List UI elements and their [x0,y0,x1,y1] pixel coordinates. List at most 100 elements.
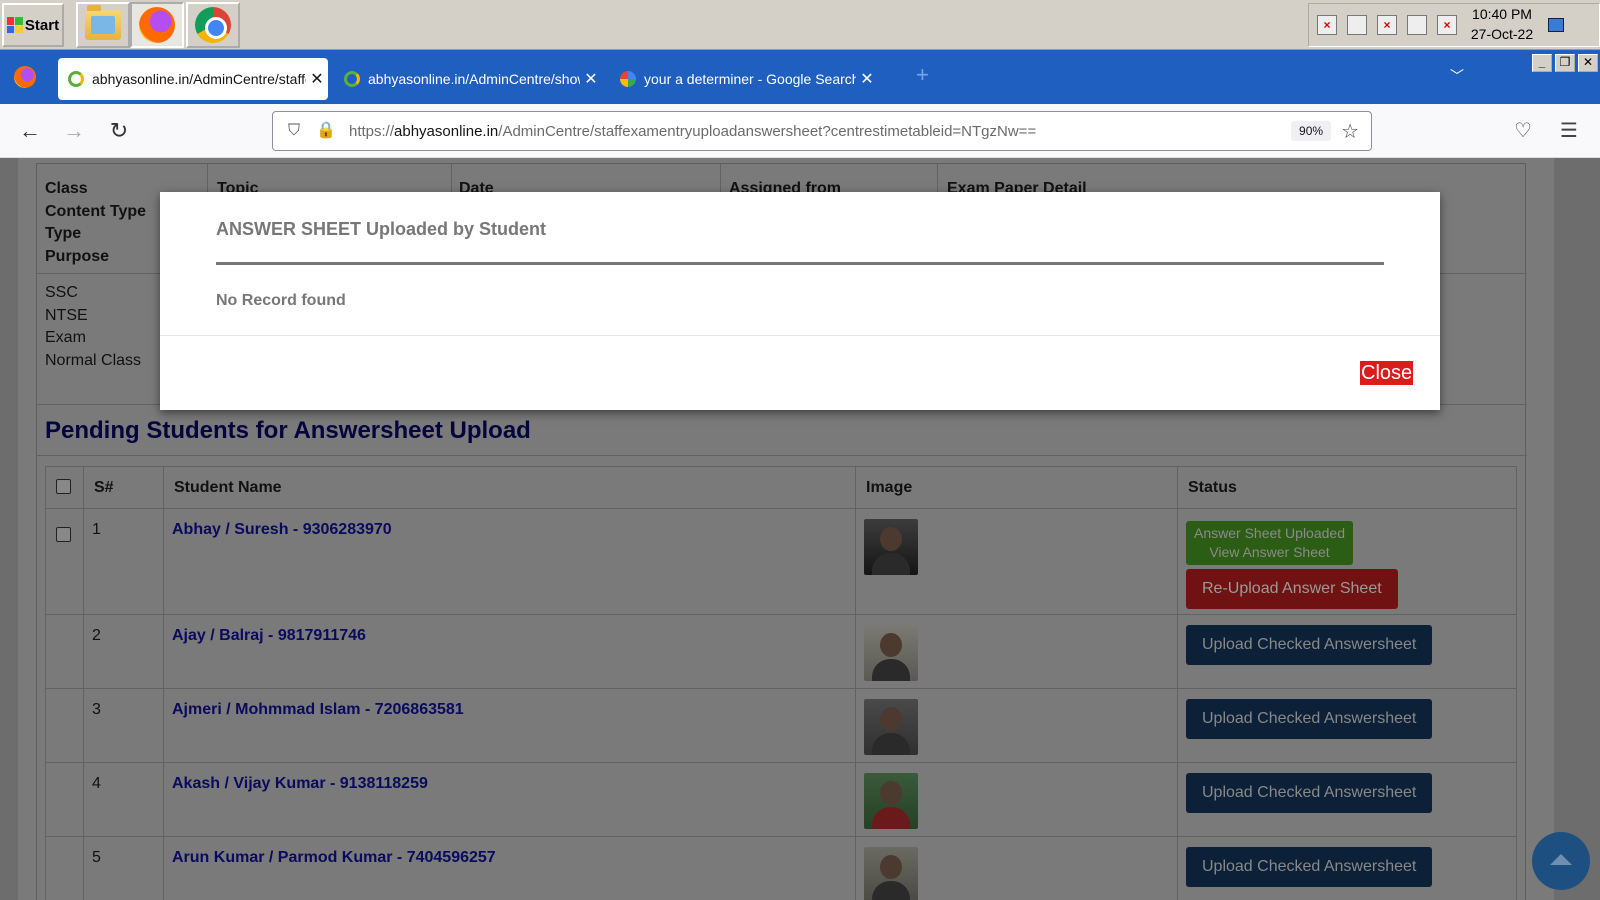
label-type: Type [45,225,82,242]
row-status-cell: Upload Checked Answersheet [1177,836,1517,900]
scroll-to-top-button[interactable] [1532,832,1590,890]
taskbar-chrome-button[interactable] [186,2,240,48]
student-photo [864,519,918,575]
chrome-icon [195,7,231,43]
tab-2[interactable]: abhyasonline.in/AdminCentre/showanswersh… [334,58,602,100]
info-col-class: Class Content Type Type Purpose [45,178,146,268]
url-scheme: https:// [349,122,395,140]
modal-close-button[interactable]: Close [1360,361,1414,385]
url-text[interactable]: https://abhyasonline.in/AdminCentre/staf… [349,123,1291,140]
network-disconnected-icon[interactable]: × [1437,15,1457,35]
value-class: SSC [45,284,78,301]
row-status-cell: Upload Checked Answersheet [1177,762,1517,837]
url-domain: abhyasonline.in [394,122,499,140]
pending-header: Pending Students for Answersheet Upload [37,404,1527,456]
value-content-type: NTSE [45,306,88,324]
shield-icon[interactable]: ⛉ [283,120,305,142]
modal-message: No Record found [216,292,346,309]
student-photo [864,847,918,900]
firefox-icon [139,7,175,43]
upload-checked-answersheet-button[interactable]: Upload Checked Answersheet [1186,773,1433,813]
folder-icon [85,5,121,40]
clock[interactable]: 10:40 PM 27-Oct-22 [1462,4,1542,44]
row-select-cell [45,836,84,900]
volume-muted-icon[interactable]: × [1317,15,1337,35]
tray-app-icon[interactable] [1347,15,1367,35]
student-name-link[interactable]: Abhay / Suresh - 9306283970 [172,521,392,538]
student-name-link[interactable]: Arun Kumar / Parmod Kumar - 7404596257 [172,849,496,866]
select-all-checkbox[interactable] [56,479,71,494]
row-serial: 4 [83,762,164,837]
table-row: 2 Ajay / Balraj - 9817911746 Upload Chec… [45,614,1517,689]
row-serial: 5 [83,836,164,900]
row-name-cell: Akash / Vijay Kumar - 9138118259 [163,762,856,837]
info-values: SSC NTSE Exam Normal Class [45,282,141,372]
taskbar-firefox-button[interactable] [130,2,184,48]
row-checkbox[interactable] [56,527,71,542]
row-serial: 1 [83,508,164,615]
restore-icon[interactable]: ❐ [1555,54,1575,72]
table-row: 1 Abhay / Suresh - 9306283970 Answer She… [45,508,1517,615]
bookmark-star-icon[interactable]: ☆ [1341,119,1359,144]
windows-taskbar: Start × × × 10:40 PM 27-Oct-22 [0,0,1600,50]
tray-error-icon[interactable]: × [1377,15,1397,35]
table-row: 5 Arun Kumar / Parmod Kumar - 7404596257… [45,836,1517,900]
upload-checked-answersheet-button[interactable]: Upload Checked Answersheet [1186,699,1433,739]
tab-1[interactable]: abhyasonline.in/AdminCentre/staffexament… [58,58,328,100]
windows-flag-icon [6,17,23,33]
view-label: View Answer Sheet [1209,544,1330,560]
close-tab-icon[interactable]: ✕ [856,69,878,89]
row-select-cell [45,508,84,615]
forward-icon[interactable]: → [61,118,87,144]
close-tab-icon[interactable]: ✕ [580,69,602,89]
row-image-cell [855,836,1178,900]
upload-checked-answersheet-button[interactable]: Upload Checked Answersheet [1186,847,1433,887]
browser-nav-bar: ← → ↻ ⛉ 🔒 https://abhyasonline.in/AdminC… [0,104,1600,158]
lock-icon[interactable]: 🔒 [315,120,337,142]
student-name-link[interactable]: Ajmeri / Mohmmad Islam - 7206863581 [172,701,464,718]
row-name-cell: Arun Kumar / Parmod Kumar - 7404596257 [163,836,856,900]
url-bar[interactable]: ⛉ 🔒 https://abhyasonline.in/AdminCentre/… [272,111,1372,151]
url-path: /AdminCentre/staffexamentryuploadanswers… [498,122,1037,140]
row-image-cell [855,688,1178,763]
close-window-icon[interactable]: ✕ [1578,54,1598,72]
students-table: S# Student Name Image Status 1 Abhay / S… [45,466,1517,900]
hamburger-menu-icon[interactable]: ☰ [1560,118,1578,143]
table-header-row: S# Student Name Image Status [45,466,1517,509]
student-name-link[interactable]: Ajay / Balraj - 9817911746 [172,627,366,644]
new-tab-icon[interactable]: + [916,62,929,88]
zoom-level[interactable]: 90% [1291,121,1332,141]
network-icon[interactable] [1407,15,1427,35]
reload-icon[interactable]: ↻ [106,118,132,144]
label-content-type: Content Type [45,202,147,220]
modal-divider [216,262,1384,265]
view-answer-sheet-button[interactable]: Answer Sheet Uploaded View Answer Sheet [1186,521,1353,565]
pocket-icon[interactable]: ♡ [1514,118,1532,143]
reupload-answer-sheet-button[interactable]: Re-Upload Answer Sheet [1186,569,1398,609]
row-status-cell: Answer Sheet Uploaded View Answer Sheet … [1177,508,1517,615]
col-serial: S# [83,466,164,509]
col-status: Status [1177,466,1517,509]
row-name-cell: Ajay / Balraj - 9817911746 [163,614,856,689]
start-button[interactable]: Start [2,3,64,47]
tab-3[interactable]: your a determiner - Google Search ✕ [610,58,878,100]
close-tab-icon[interactable]: ✕ [306,69,328,89]
modal-title: ANSWER SHEET Uploaded by Student [216,219,547,239]
site-favicon-icon [68,71,84,87]
row-select-cell [45,688,84,763]
show-desktop-icon[interactable] [1548,18,1564,32]
student-name-link[interactable]: Akash / Vijay Kumar - 9138118259 [172,775,428,792]
upload-checked-answersheet-button[interactable]: Upload Checked Answersheet [1186,625,1433,665]
chevron-down-icon[interactable]: ﹀ [1450,66,1464,86]
tab-title: your a determiner - Google Search [644,71,856,87]
taskbar-explorer-button[interactable] [76,2,130,48]
minimize-icon[interactable]: _ [1532,54,1552,72]
back-icon[interactable]: ← [17,118,43,144]
firefox-menu-icon[interactable] [14,66,36,88]
value-purpose: Normal Class [45,351,142,369]
google-favicon-icon [620,71,636,87]
row-status-cell: Upload Checked Answersheet [1177,614,1517,689]
row-select-cell [45,762,84,837]
row-name-cell: Ajmeri / Mohmmad Islam - 7206863581 [163,688,856,763]
select-all-cell [45,466,84,509]
